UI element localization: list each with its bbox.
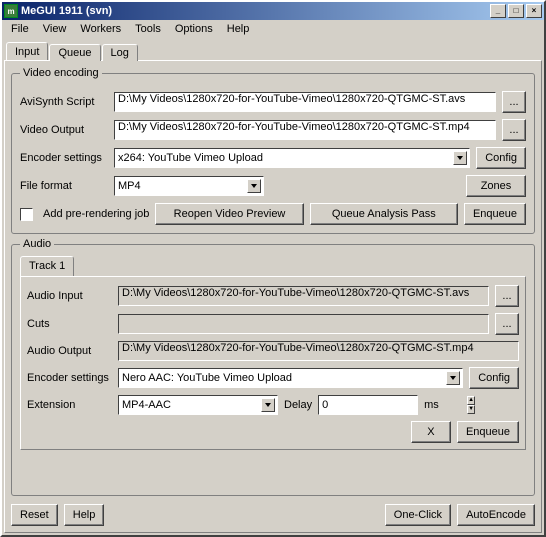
delay-input[interactable] [319,396,467,414]
video-encoding-group: Video encoding AviSynth Script D:\My Vid… [11,67,535,234]
prerender-label: Add pre-rendering job [43,208,149,220]
menu-file[interactable]: File [4,22,36,36]
queue-analysis-button[interactable]: Queue Analysis Pass [310,203,458,225]
menu-workers[interactable]: Workers [73,22,128,36]
video-encoder-label: Encoder settings [20,152,108,164]
audio-enqueue-button[interactable]: Enqueue [457,421,519,443]
video-output-input[interactable]: D:\My Videos\1280x720-for-YouTube-Vimeo\… [114,120,496,140]
maximize-button[interactable]: □ [508,4,524,18]
tab-log[interactable]: Log [102,44,138,61]
autoencode-button[interactable]: AutoEncode [457,504,535,526]
tab-input[interactable]: Input [6,42,48,60]
audio-encoder-label: Encoder settings [27,372,112,384]
delay-up-button[interactable]: ▲ [467,396,475,405]
main-tabs: Input Queue Log [6,40,542,60]
audio-output-field[interactable]: D:\My Videos\1280x720-for-YouTube-Vimeo\… [118,341,519,361]
audio-encoder-combo[interactable]: Nero AAC: YouTube Vimeo Upload [118,368,463,388]
video-encoder-combo[interactable]: x264: YouTube Vimeo Upload [114,148,470,168]
close-button[interactable]: × [526,4,542,18]
video-output-browse-button[interactable]: ... [502,119,526,141]
video-output-label: Video Output [20,124,108,136]
audio-legend: Audio [20,238,54,250]
tab-queue[interactable]: Queue [49,44,100,61]
menu-tools[interactable]: Tools [128,22,168,36]
audio-x-button[interactable]: X [411,421,451,443]
video-enqueue-button[interactable]: Enqueue [464,203,526,225]
menu-view[interactable]: View [36,22,74,36]
extension-label: Extension [27,399,112,411]
delay-spinner[interactable]: ▲ ▼ [318,395,418,415]
menu-help[interactable]: Help [220,22,257,36]
cuts-field[interactable] [118,314,489,334]
audio-input-browse-button[interactable]: ... [495,285,519,307]
audio-output-label: Audio Output [27,345,112,357]
reset-button[interactable]: Reset [11,504,58,526]
app-window: m MeGUI 1911 (svn) _ □ × File View Worke… [0,0,546,537]
cuts-label: Cuts [27,318,112,330]
tab-page-input: Video encoding AviSynth Script D:\My Vid… [4,60,542,533]
reopen-preview-button[interactable]: Reopen Video Preview [155,203,303,225]
menubar: File View Workers Tools Options Help [2,20,544,38]
menu-options[interactable]: Options [168,22,220,36]
delay-label: Delay [284,399,312,411]
audio-tabs: Track 1 [20,256,526,276]
app-icon: m [4,4,18,18]
video-legend: Video encoding [20,67,102,79]
file-format-label: File format [20,180,108,192]
avisynth-script-input[interactable]: D:\My Videos\1280x720-for-YouTube-Vimeo\… [114,92,496,112]
minimize-button[interactable]: _ [490,4,506,18]
audio-track-panel: Audio Input D:\My Videos\1280x720-for-Yo… [20,276,526,450]
delay-unit: ms [424,399,439,411]
audio-input-field[interactable]: D:\My Videos\1280x720-for-YouTube-Vimeo\… [118,286,489,306]
tab-track1[interactable]: Track 1 [20,256,74,276]
delay-down-button[interactable]: ▼ [467,405,475,414]
audio-group: Audio Track 1 Audio Input D:\My Videos\1… [11,238,535,496]
cuts-browse-button[interactable]: ... [495,313,519,335]
audio-input-label: Audio Input [27,290,112,302]
titlebar[interactable]: m MeGUI 1911 (svn) _ □ × [2,2,544,20]
avisynth-browse-button[interactable]: ... [502,91,526,113]
audio-config-button[interactable]: Config [469,367,519,389]
prerender-checkbox[interactable] [20,208,33,221]
video-config-button[interactable]: Config [476,147,526,169]
one-click-button[interactable]: One-Click [385,504,451,526]
extension-combo[interactable]: MP4-AAC [118,395,278,415]
avisynth-script-label: AviSynth Script [20,96,108,108]
window-title: MeGUI 1911 (svn) [21,5,488,17]
file-format-combo[interactable]: MP4 [114,176,264,196]
help-button[interactable]: Help [64,504,105,526]
zones-button[interactable]: Zones [466,175,526,197]
footer: Reset Help One-Click AutoEncode [11,504,535,526]
